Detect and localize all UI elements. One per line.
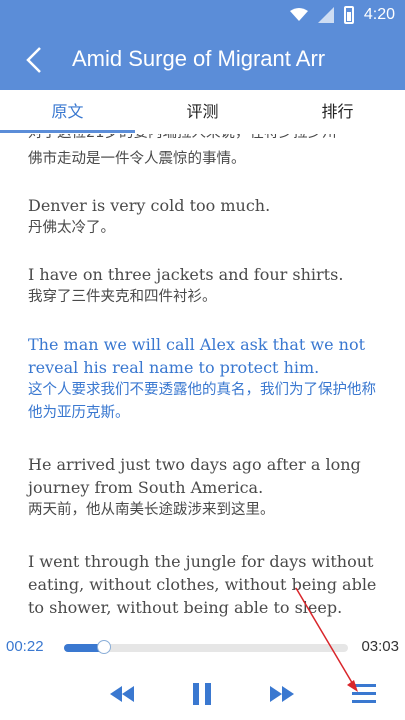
fast-forward-icon [270, 686, 294, 702]
tab-evaluation[interactable]: 评测 [135, 90, 270, 134]
menu-icon [352, 684, 376, 703]
progress-knob[interactable] [96, 640, 111, 654]
paragraph-2[interactable]: Denver is very cold too much. 丹佛太冷了。 [28, 194, 380, 240]
battery-icon [343, 6, 354, 24]
wifi-icon [289, 8, 308, 21]
status-bar: 4:20 [0, 0, 405, 30]
chevron-left-icon[interactable] [20, 44, 48, 76]
tab-indicator [0, 130, 135, 133]
paragraph-1[interactable]: 佛市走动是一件令人震惊的事情。 [28, 148, 380, 171]
audio-player: 00:22 03:03 [0, 630, 405, 720]
page-title: Amid Surge of Migrant Arr [72, 46, 326, 71]
rewind-button[interactable] [102, 674, 142, 714]
pause-button[interactable] [182, 674, 222, 714]
paragraph-6[interactable]: I went through the jungle for days witho… [28, 550, 380, 619]
rewind-icon [110, 686, 134, 702]
tab-ranking[interactable]: 排行 [270, 90, 405, 134]
total-time: 03:03 [361, 638, 399, 655]
menu-button[interactable] [344, 674, 384, 714]
tab-original[interactable]: 原文 [0, 90, 135, 134]
paragraph-3[interactable]: I have on three jackets and four shirts.… [28, 263, 380, 309]
paragraph-4-active[interactable]: The man we will call Alex ask that we no… [28, 333, 380, 425]
app-bar: Amid Surge of Migrant Arr [0, 30, 405, 90]
fast-forward-button[interactable] [262, 674, 302, 714]
playback-controls [0, 674, 405, 714]
current-time: 00:22 [6, 638, 44, 655]
tab-bar: 原文 评测 排行 [0, 90, 405, 134]
signal-icon [317, 7, 334, 23]
paragraph-5[interactable]: He arrived just two days ago after a lon… [28, 453, 380, 522]
clock: 4:20 [363, 6, 395, 23]
transcript[interactable]: 对于这位21岁的委内瑞拉人来说，在将乡拉乡州 佛市走动是一件令人震惊的事情。 D… [0, 120, 405, 630]
pause-icon [193, 683, 211, 705]
